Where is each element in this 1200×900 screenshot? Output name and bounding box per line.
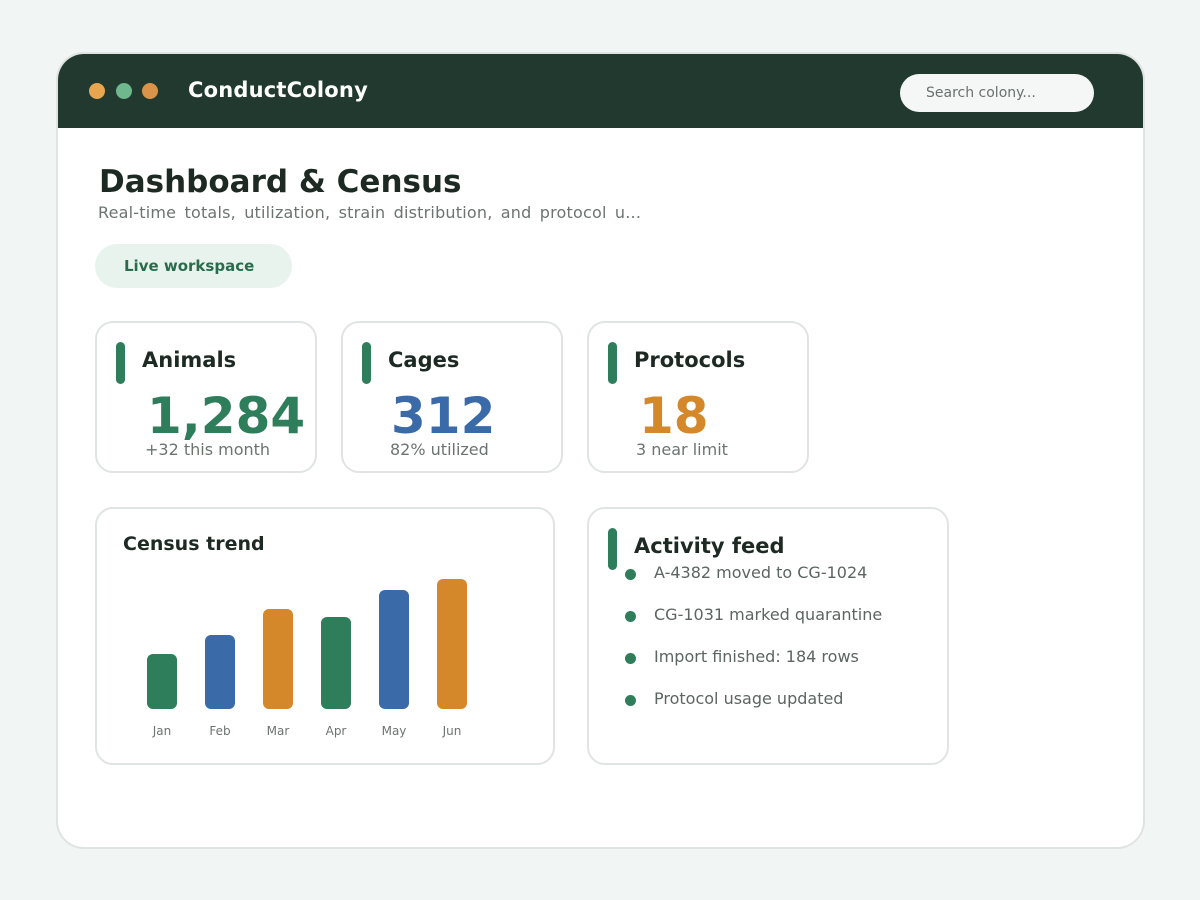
stat-value: 312 xyxy=(391,387,496,445)
live-workspace-badge[interactable]: Live workspace xyxy=(95,244,292,288)
stat-label: Animals xyxy=(142,348,237,372)
app-window: ConductColony Dashboard & Census Real-ti… xyxy=(56,52,1145,849)
feed-title: Activity feed xyxy=(634,534,785,558)
card-accent-bar xyxy=(116,342,125,384)
stat-label: Protocols xyxy=(634,348,746,372)
bullet-dot-icon xyxy=(625,653,636,664)
window-minimize-dot[interactable] xyxy=(116,83,132,99)
card-accent-bar xyxy=(362,342,371,384)
app-title: ConductColony xyxy=(188,78,368,102)
x-tick-label: May xyxy=(382,724,407,738)
feed-item-text: Protocol usage updated xyxy=(654,689,844,708)
x-tick-label: Apr xyxy=(326,724,347,738)
x-tick-label: Feb xyxy=(209,724,230,738)
feed-item-text: CG-1031 marked quarantine xyxy=(654,605,883,624)
feed-item-text: Import finished: 184 rows xyxy=(654,647,859,666)
page-subtitle: Real-time totals, utilization, strain di… xyxy=(98,203,642,222)
stat-card-cages[interactable]: Cages 312 82% utilized xyxy=(341,321,563,473)
bar-feb[interactable] xyxy=(205,635,235,709)
bar-apr[interactable] xyxy=(321,617,351,709)
bar-may[interactable] xyxy=(379,590,409,709)
x-tick-label: Jan xyxy=(152,724,172,738)
stat-label: Cages xyxy=(388,348,460,372)
stat-value: 18 xyxy=(639,387,709,445)
card-accent-bar xyxy=(608,342,617,384)
window-maximize-dot[interactable] xyxy=(142,83,158,99)
bar-jun[interactable] xyxy=(437,579,467,709)
x-tick-label: Mar xyxy=(267,724,290,738)
census-bar-chart: Jan Feb Mar Apr May Jun xyxy=(147,579,467,738)
card-accent-bar xyxy=(608,528,617,570)
search-input[interactable] xyxy=(900,74,1094,112)
bullet-dot-icon xyxy=(625,695,636,706)
bar-jan[interactable] xyxy=(147,654,177,709)
stat-note: 3 near limit xyxy=(636,440,728,459)
stat-card-protocols[interactable]: Protocols 18 3 near limit xyxy=(587,321,809,473)
title-bar: ConductColony xyxy=(58,54,1143,128)
stat-note: +32 this month xyxy=(145,440,271,459)
bullet-dot-icon xyxy=(625,611,636,622)
window-close-dot[interactable] xyxy=(89,83,105,99)
bullet-dot-icon xyxy=(625,569,636,580)
stat-value: 1,284 xyxy=(147,387,306,445)
page-title: Dashboard & Census xyxy=(99,164,462,200)
x-tick-label: Jun xyxy=(442,724,462,738)
feed-item-text: A-4382 moved to CG-1024 xyxy=(654,563,868,582)
bar-mar[interactable] xyxy=(263,609,293,709)
stat-note: 82% utilized xyxy=(390,440,489,459)
census-trend-card: Census trend Jan Feb Mar Apr May Jun xyxy=(95,507,555,765)
stat-card-animals[interactable]: Animals 1,284 +32 this month xyxy=(95,321,317,473)
activity-feed-card: Activity feed A-4382 moved to CG-1024 CG… xyxy=(587,507,949,765)
